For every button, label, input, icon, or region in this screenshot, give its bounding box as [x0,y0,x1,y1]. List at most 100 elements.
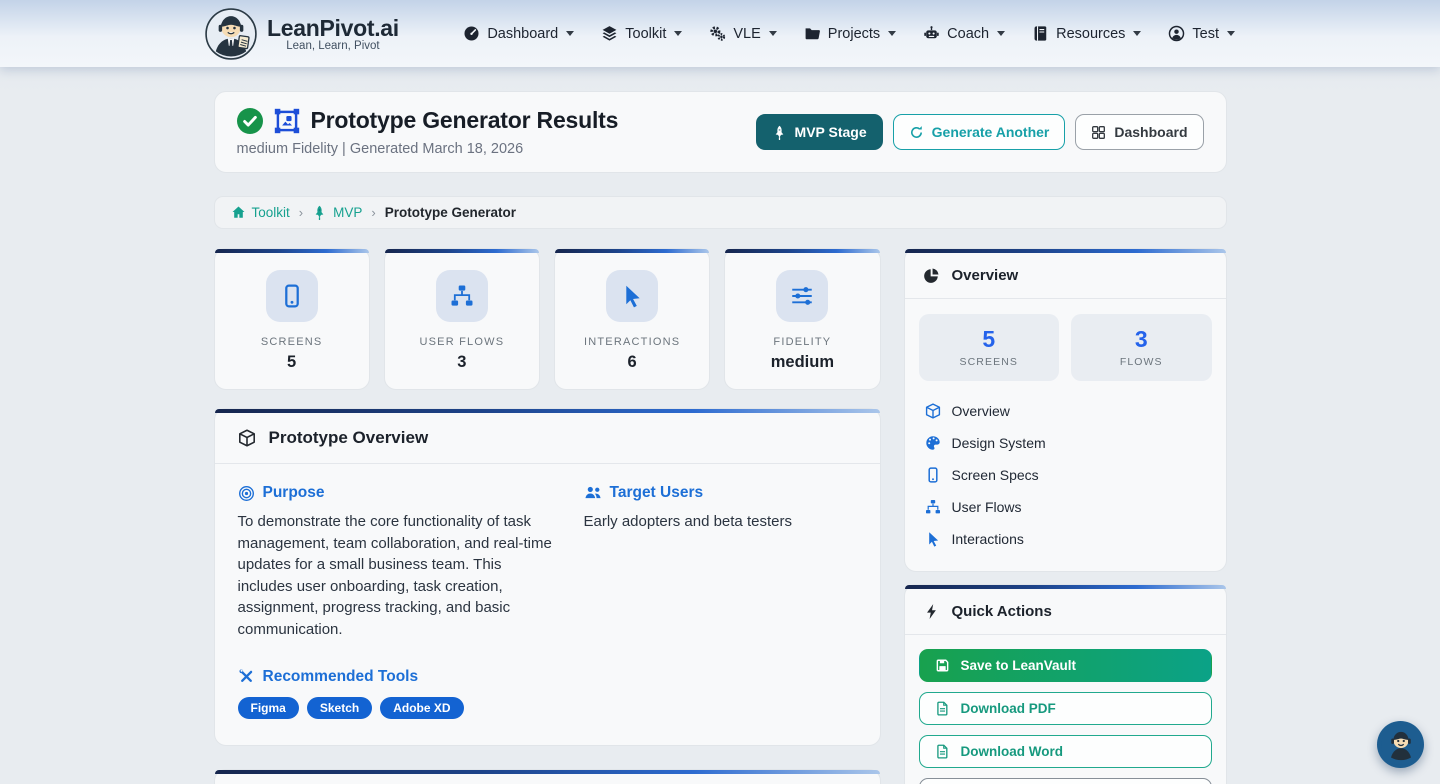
refresh-icon [909,125,924,140]
palette-icon [925,435,941,451]
sidebar-link-overview[interactable]: Overview [921,395,1210,427]
cursor-icon [606,270,658,322]
target-users-heading: Target Users [610,484,704,502]
qa-button-label: Save to LeanVault [961,658,1077,673]
nav-item-toolkit[interactable]: Toolkit [601,25,682,42]
chat-assistant-button[interactable] [1377,721,1424,768]
nav-item-coach[interactable]: Coach [923,25,1005,42]
cursor-icon [925,531,941,547]
nav-label: Coach [947,26,989,42]
save-icon [935,658,950,673]
generate-another-label: Generate Another [932,124,1050,140]
nav-label: Toolkit [625,26,666,42]
check-circle-icon [237,108,263,134]
sidebar: Overview 5 SCREENS 3 FLOWS Overview [904,248,1227,784]
sliders-icon [776,270,828,322]
stats-row: SCREENS 5 USER FLOWS 3 INTERACTIONS 6 [214,248,881,390]
card-accent-bar [555,249,709,253]
download-pdf-button[interactable]: Download PDF [919,692,1212,725]
results-header-card: Prototype Generator Results medium Fidel… [214,91,1227,173]
cube-icon [925,403,941,419]
sidebar-stat-value: 5 [919,326,1060,353]
sidebar-link-label: Overview [952,403,1010,419]
sidebar-link-screen-specs[interactable]: Screen Specs [921,459,1210,491]
book-icon [1032,25,1049,42]
tools-heading: Recommended Tools [263,668,419,686]
recommended-tools-block: Recommended Tools Figma Sketch Adobe XD [238,668,560,719]
dashboard-button[interactable]: Dashboard [1075,114,1203,150]
download-word-button[interactable]: Download Word [919,735,1212,768]
nav-item-user[interactable]: Test [1168,25,1235,42]
sidebar-link-user-flows[interactable]: User Flows [921,491,1210,523]
chevron-down-icon [888,31,896,36]
top-navbar: LeanPivot.ai Lean, Learn, Pivot Dashboar… [0,0,1440,67]
save-to-leanvault-button[interactable]: Save to LeanVault [919,649,1212,682]
robot-icon [923,25,940,42]
sidebar-link-design-system[interactable]: Design System [921,427,1210,459]
nav-label: Projects [828,26,880,42]
mvp-stage-button[interactable]: MVP Stage [756,114,883,150]
nav-item-projects[interactable]: Projects [804,25,896,42]
overview-sidebar-card: Overview 5 SCREENS 3 FLOWS Overview [904,248,1227,572]
sidebar-link-label: Design System [952,435,1046,451]
card-accent-bar [385,249,539,253]
breadcrumb-separator: › [371,205,375,220]
qa-button-label: Download Word [961,744,1064,759]
brand-tagline: Lean, Learn, Pivot [267,40,399,52]
results-header-text: Prototype Generator Results medium Fidel… [237,107,619,157]
header-actions: MVP Stage Generate Another Dashboard [756,114,1204,150]
nav-label: Dashboard [487,26,558,42]
purpose-block: Purpose To demonstrate the core function… [238,484,560,719]
card-accent-bar [215,249,369,253]
chevron-down-icon [769,31,777,36]
stat-value: 6 [555,353,709,372]
purpose-text: To demonstrate the core functionality of… [238,511,560,641]
breadcrumb: Toolkit › MVP › Prototype Generator [214,196,1227,229]
breadcrumb-separator: › [299,205,303,220]
stat-label: SCREENS [215,336,369,348]
sidebar-link-interactions[interactable]: Interactions [921,523,1210,555]
quick-actions-card: Quick Actions Save to LeanVault Download… [904,584,1227,784]
prototype-overview-card: Prototype Overview Purpose To demonstrat… [214,408,881,746]
phone-icon [266,270,318,322]
brand-logo[interactable]: LeanPivot.ai Lean, Learn, Pivot [205,8,399,60]
rocket-icon [772,125,787,140]
stat-label: INTERACTIONS [555,336,709,348]
stat-value: 5 [215,353,369,372]
chevron-down-icon [566,31,574,36]
phone-icon [925,467,941,483]
download-markdown-button[interactable]: Download Markdown [919,778,1212,784]
tool-badge: Sketch [307,697,372,719]
brand-mascot-icon [205,8,257,60]
folder-icon [804,25,821,42]
house-icon [231,205,246,220]
nav-label: VLE [733,26,760,42]
nav-item-vle[interactable]: VLE [709,25,776,42]
pie-chart-icon [923,267,940,284]
breadcrumb-current: Prototype Generator [385,205,516,220]
section-title: Prototype Overview [269,428,429,448]
tool-badge: Adobe XD [380,697,463,719]
stat-card-screens: SCREENS 5 [214,248,370,390]
stat-label: FIDELITY [725,336,879,348]
main-nav: Dashboard Toolkit VLE Projects Coach Res… [463,25,1235,42]
sidebar-link-label: Interactions [952,531,1024,547]
sidebar-stat-label: SCREENS [919,356,1060,368]
chevron-down-icon [674,31,682,36]
stat-label: USER FLOWS [385,336,539,348]
stat-card-interactions: INTERACTIONS 6 [554,248,710,390]
sidebar-stat-flows: 3 FLOWS [1071,314,1212,381]
nav-item-resources[interactable]: Resources [1032,25,1141,42]
rocket-icon [312,205,327,220]
breadcrumb-mvp[interactable]: MVP [312,205,362,220]
sidebar-stat-screens: 5 SCREENS [919,314,1060,381]
nav-item-dashboard[interactable]: Dashboard [463,25,574,42]
breadcrumb-toolkit[interactable]: Toolkit [231,205,290,220]
stat-value: medium [725,353,879,372]
person-circle-icon [1168,25,1185,42]
main-column: SCREENS 5 USER FLOWS 3 INTERACTIONS 6 [214,248,881,784]
generate-another-button[interactable]: Generate Another [893,114,1066,150]
target-users-block: Target Users Early adopters and beta tes… [584,484,857,719]
cube-icon [238,429,256,447]
flow-icon [925,499,941,515]
